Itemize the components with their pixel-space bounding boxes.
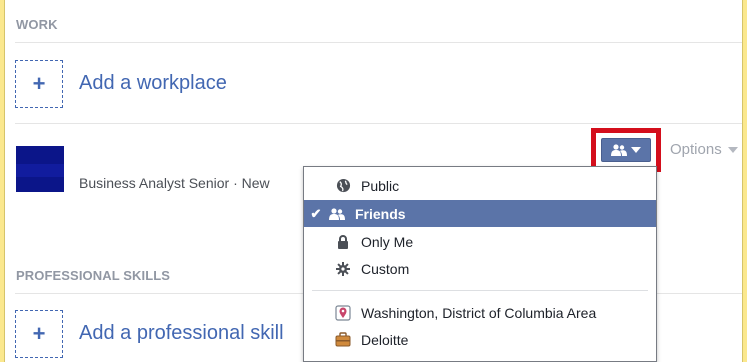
options-dropdown[interactable]: Options [670, 141, 738, 158]
globe-icon [334, 178, 352, 194]
chevron-down-icon [631, 147, 641, 153]
work-section-heading: WORK [16, 17, 58, 32]
lock-icon [334, 234, 352, 250]
company-logo [16, 146, 64, 192]
friends-icon [611, 144, 627, 156]
menu-item-label: Deloitte [361, 331, 409, 348]
job-title: Business Analyst Senior · New [79, 175, 270, 191]
menu-divider [312, 290, 648, 291]
gear-icon [334, 261, 352, 277]
chevron-down-icon [727, 146, 738, 153]
menu-item-public[interactable]: Public [304, 172, 656, 199]
location-icon [334, 305, 352, 321]
menu-item-label: Public [361, 177, 400, 194]
menu-item-custom[interactable]: Custom [304, 255, 656, 282]
add-workplace-button[interactable]: + [15, 60, 63, 108]
briefcase-icon [334, 332, 352, 348]
menu-item-company-list[interactable]: Deloitte [304, 326, 656, 353]
profile-panel: WORK + Add a workplace Business Analyst … [4, 0, 743, 362]
menu-item-friends[interactable]: ✔ Friends [304, 200, 656, 227]
menu-item-label: Washington, District of Columbia Area [361, 304, 597, 321]
add-skill-button[interactable]: + [15, 310, 63, 358]
checkmark-icon: ✔ [310, 205, 322, 221]
plus-icon: + [32, 71, 46, 96]
menu-item-label: Only Me [361, 233, 414, 250]
options-label: Options [670, 141, 722, 158]
friends-icon [328, 206, 346, 222]
privacy-selector-button[interactable] [601, 138, 651, 162]
privacy-menu: Public ✔ Friends Only Me Custom Washingt… [303, 166, 657, 362]
plus-icon: + [32, 321, 46, 346]
menu-item-only-me[interactable]: Only Me [304, 228, 656, 255]
menu-item-location-list[interactable]: Washington, District of Columbia Area [304, 299, 656, 326]
skills-section-heading: PROFESSIONAL SKILLS [16, 268, 171, 283]
menu-item-label: Custom [361, 260, 410, 277]
divider [15, 123, 742, 124]
divider [15, 42, 742, 43]
menu-item-label: Friends [355, 205, 406, 222]
add-workplace-link[interactable]: Add a workplace [79, 72, 227, 95]
add-skill-link[interactable]: Add a professional skill [79, 322, 284, 345]
